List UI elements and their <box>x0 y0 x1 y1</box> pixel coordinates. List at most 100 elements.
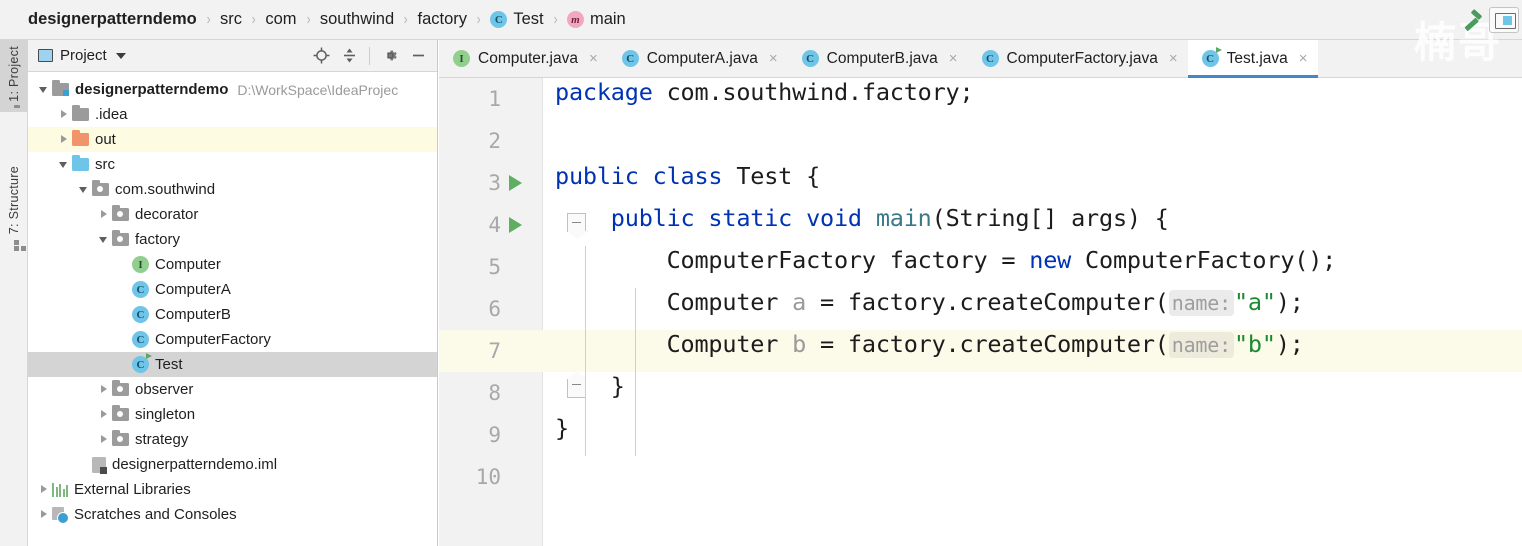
tree-twisty-icon[interactable] <box>96 427 112 452</box>
tree-twisty-icon[interactable] <box>36 502 52 527</box>
line-number: 9 <box>488 423 501 447</box>
java-interface-icon: I <box>453 50 470 67</box>
hammer-icon[interactable] <box>1459 7 1485 33</box>
tree-item-external-libraries[interactable]: External Libraries <box>28 477 437 502</box>
gear-icon[interactable] <box>377 43 403 69</box>
breadcrumb-item-factory[interactable]: factory <box>418 10 468 29</box>
close-icon[interactable]: × <box>949 51 958 66</box>
tree-twisty-icon[interactable] <box>96 377 112 402</box>
code-token-plain: = factory.createComputer( <box>806 330 1169 358</box>
editor-tab-label: Test.java <box>1226 49 1288 67</box>
tree-twisty-icon[interactable] <box>96 202 112 227</box>
minimize-icon[interactable] <box>405 43 431 69</box>
tree-twisty-icon[interactable] <box>36 77 52 102</box>
tree-twisty-icon[interactable] <box>36 477 52 502</box>
run-badge-icon <box>146 353 152 359</box>
code-token-lvar: a <box>792 288 807 316</box>
code-line[interactable]: 7 Computer b = factory.createComputer(na… <box>439 330 1522 372</box>
tree-twisty-icon[interactable] <box>56 127 72 152</box>
code-line[interactable]: 3 public class Test { <box>439 162 1522 204</box>
code-line[interactable]: 5 ComputerFactory factory = new Computer… <box>439 246 1522 288</box>
tree-item-computer[interactable]: I Computer <box>28 252 437 277</box>
breadcrumb-item-src[interactable]: src <box>220 10 242 29</box>
sidebar-item-project[interactable]: 1: Project <box>0 40 28 112</box>
editor-tab-computerfactory-java[interactable]: C ComputerFactory.java × <box>968 40 1188 77</box>
tree-twisty-icon[interactable] <box>56 102 72 127</box>
code-line[interactable]: 2 <box>439 120 1522 162</box>
tree-twisty-icon[interactable] <box>76 177 92 202</box>
java-class-icon: C <box>132 331 149 348</box>
breadcrumb-item-com[interactable]: com <box>265 10 296 29</box>
code-token-kw: public class <box>555 162 737 190</box>
top-right-toolbar <box>1459 0 1522 40</box>
close-icon[interactable]: × <box>1299 51 1308 66</box>
line-number: 8 <box>488 381 501 405</box>
close-icon[interactable]: × <box>769 51 778 66</box>
tree-item-designerpatterndemo-iml[interactable]: designerpatterndemo.iml <box>28 452 437 477</box>
tree-item-singleton[interactable]: singleton <box>28 402 437 427</box>
tree-item-test[interactable]: C Test <box>28 352 437 377</box>
breadcrumb-item-test[interactable]: C Test <box>490 10 544 29</box>
editor-tab-label: Computer.java <box>478 49 578 67</box>
collapse-all-icon[interactable] <box>336 43 362 69</box>
tree-item-label: External Libraries <box>74 481 191 498</box>
tree-item-out[interactable]: out <box>28 127 437 152</box>
code-token-plain: = factory.createComputer( <box>806 288 1169 316</box>
code-token-str: "a" <box>1233 288 1276 316</box>
package-folder-icon <box>112 429 129 446</box>
tree-item-strategy[interactable]: strategy <box>28 427 437 452</box>
breadcrumb-item-southwind[interactable]: southwind <box>320 10 394 29</box>
breadcrumb-item-main[interactable]: m main <box>566 10 626 29</box>
tree-item-computerfactory[interactable]: C ComputerFactory <box>28 327 437 352</box>
code-line[interactable]: 9} <box>439 414 1522 456</box>
tree-item-decorator[interactable]: decorator <box>28 202 437 227</box>
sidebar-item-structure-label: 7: Structure <box>7 166 21 235</box>
code-editor[interactable]: 1 package com.southwind.factory; 2 3 public … <box>439 78 1522 546</box>
code-line[interactable]: 4 public static void main(String[] args)… <box>439 204 1522 246</box>
breadcrumb-separator: › <box>403 10 408 28</box>
tree-item-observer[interactable]: observer <box>28 377 437 402</box>
close-icon[interactable]: × <box>589 51 598 66</box>
code-line[interactable]: 6 Computer a = factory.createComputer(na… <box>439 288 1522 330</box>
code-text: Computer b = factory.createComputer(name… <box>555 330 1522 358</box>
tree-item-com-southwind[interactable]: com.southwind <box>28 177 437 202</box>
editor-tab-computer-java[interactable]: I Computer.java × <box>439 40 608 77</box>
close-icon[interactable]: × <box>1169 51 1178 66</box>
code-line[interactable]: 1 package com.southwind.factory; <box>439 78 1522 120</box>
breadcrumb-separator: › <box>476 10 481 28</box>
code-text: } <box>555 372 1522 400</box>
tree-item-factory[interactable]: factory <box>28 227 437 252</box>
sidebar-item-structure[interactable]: 7: Structure <box>0 160 28 252</box>
chevron-down-icon[interactable] <box>115 52 126 59</box>
tree-twisty-icon[interactable] <box>96 402 112 427</box>
project-tree[interactable]: designerpatterndemo D:\WorkSpace\IdeaProj… <box>28 72 437 546</box>
tree-item-label: factory <box>135 231 181 248</box>
project-panel-actions <box>308 43 431 69</box>
tree-item-computerb[interactable]: C ComputerB <box>28 302 437 327</box>
locate-icon[interactable] <box>308 43 334 69</box>
restore-layout-icon[interactable] <box>1489 7 1519 33</box>
editor-tab-test-java[interactable]: C Test.java × <box>1187 40 1318 78</box>
tree-item-computera[interactable]: C ComputerA <box>28 277 437 302</box>
code-line[interactable]: 10 <box>439 456 1522 498</box>
code-line[interactable]: 8 } <box>439 372 1522 414</box>
tree-item--idea[interactable]: .idea <box>28 102 437 127</box>
breadcrumb-item-designerpatterndemo[interactable]: designerpatterndemo <box>28 10 197 29</box>
editor-tab-label: ComputerFactory.java <box>1006 49 1158 67</box>
editor-tab-label: ComputerA.java <box>646 49 758 67</box>
code-token-lvar: b <box>792 330 807 358</box>
editor-tab-computera-java[interactable]: C ComputerA.java × <box>608 40 788 77</box>
package-folder-icon <box>112 204 129 221</box>
tree-item-designerpatterndemo[interactable]: designerpatterndemo D:\WorkSpace\IdeaProj… <box>28 77 437 102</box>
tree-twisty-icon[interactable] <box>56 152 72 177</box>
project-panel-title[interactable]: Project <box>38 47 126 64</box>
run-gutter-icon[interactable] <box>509 217 522 233</box>
editor-tab-computerb-java[interactable]: C ComputerB.java × <box>788 40 968 77</box>
breadcrumb-separator: › <box>251 10 256 28</box>
tree-item-scratches-and-consoles[interactable]: Scratches and Consoles <box>28 502 437 527</box>
breadcrumb-separator: › <box>206 10 211 28</box>
tree-twisty-icon[interactable] <box>96 227 112 252</box>
run-gutter-icon[interactable] <box>509 175 522 191</box>
tree-item-src[interactable]: src <box>28 152 437 177</box>
